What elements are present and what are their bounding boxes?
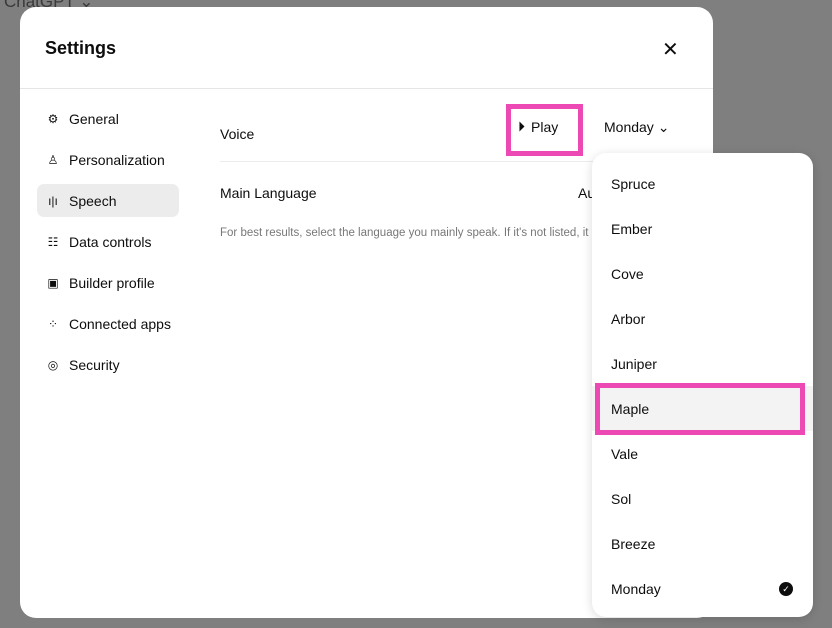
voice-option-vale[interactable]: Vale bbox=[592, 431, 813, 476]
person-icon: ♙ bbox=[47, 152, 59, 167]
id-card-icon: ▣ bbox=[47, 275, 59, 290]
settings-nav: ⚙ General ♙ Personalization ı|ı Speech ☷ Dat… bbox=[37, 102, 179, 389]
voice-option-arbor[interactable]: Arbor bbox=[592, 296, 813, 341]
voice-option-breeze[interactable]: Breeze bbox=[592, 521, 813, 566]
voice-option-spruce[interactable]: Spruce bbox=[592, 161, 813, 206]
nav-item-speech[interactable]: ı|ı Speech bbox=[37, 184, 179, 217]
nav-item-general[interactable]: ⚙ General bbox=[37, 102, 179, 135]
nav-item-security[interactable]: ◎ Security bbox=[37, 348, 179, 381]
play-button[interactable]: ⏵ Play bbox=[518, 118, 558, 135]
voice-option-label: Maple bbox=[611, 400, 650, 417]
voice-option-label: Breeze bbox=[611, 535, 656, 552]
voice-label: Voice bbox=[220, 126, 255, 142]
voice-option-monday[interactable]: Monday ✓ bbox=[592, 566, 813, 611]
shield-icon: ◎ bbox=[47, 357, 59, 372]
voice-option-label: Cove bbox=[611, 265, 644, 282]
nav-label: Security bbox=[69, 356, 120, 373]
waveform-icon: ı|ı bbox=[48, 193, 58, 208]
voice-option-label: Spruce bbox=[611, 175, 656, 192]
dialog-title: Settings bbox=[45, 38, 117, 58]
voice-select[interactable]: Monday ⌄ bbox=[604, 119, 669, 136]
close-icon[interactable]: ✕ bbox=[662, 37, 679, 62]
voice-option-label: Sol bbox=[611, 490, 632, 507]
voice-option-label: Vale bbox=[611, 445, 638, 462]
voice-option-label: Arbor bbox=[611, 310, 646, 327]
nav-item-builder-profile[interactable]: ▣ Builder profile bbox=[37, 266, 179, 299]
nav-label: General bbox=[69, 110, 119, 127]
voice-option-juniper[interactable]: Juniper bbox=[592, 341, 813, 386]
apps-icon: ⁘ bbox=[47, 316, 59, 331]
nav-label: Connected apps bbox=[69, 315, 171, 332]
voice-option-label: Ember bbox=[611, 220, 653, 237]
play-circle-icon: ⏵ bbox=[518, 118, 525, 134]
checkmark-icon: ✓ bbox=[779, 581, 793, 596]
database-icon: ☷ bbox=[47, 234, 59, 249]
nav-label: Personalization bbox=[69, 151, 165, 168]
nav-label: Builder profile bbox=[69, 274, 155, 291]
voice-option-maple[interactable]: Maple bbox=[592, 386, 813, 431]
nav-item-connected-apps[interactable]: ⁘ Connected apps bbox=[37, 307, 179, 340]
divider bbox=[20, 88, 713, 89]
language-label: Main Language bbox=[220, 185, 317, 201]
nav-label: Speech bbox=[69, 192, 117, 209]
nav-item-personalization[interactable]: ♙ Personalization bbox=[37, 143, 179, 176]
voice-dropdown: Spruce Ember Cove Arbor Juniper Maple Vale Sol B… bbox=[592, 153, 813, 617]
language-hint: For best results, select the language yo… bbox=[220, 227, 590, 239]
voice-option-cove[interactable]: Cove bbox=[592, 251, 813, 296]
nav-label: Data controls bbox=[69, 233, 152, 250]
nav-item-data-controls[interactable]: ☷ Data controls bbox=[37, 225, 179, 258]
gear-icon: ⚙ bbox=[47, 111, 59, 126]
play-label: Play bbox=[531, 118, 559, 135]
voice-option-label: Monday bbox=[611, 580, 661, 597]
voice-option-ember[interactable]: Ember bbox=[592, 206, 813, 251]
voice-option-sol[interactable]: Sol bbox=[592, 476, 813, 521]
voice-option-label: Juniper bbox=[611, 355, 657, 372]
